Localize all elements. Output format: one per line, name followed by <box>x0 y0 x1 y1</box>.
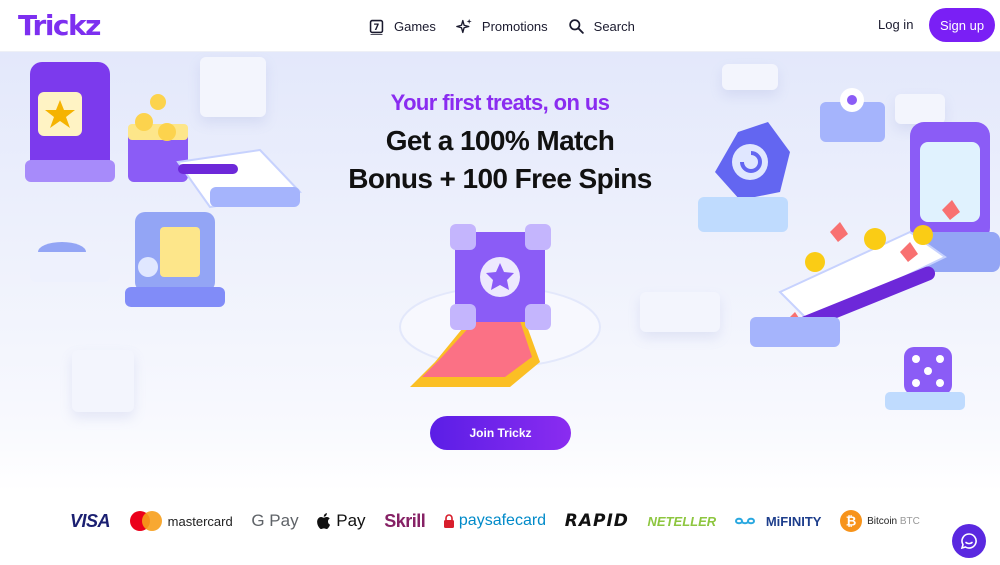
site-header: Trickz 7 Games Promotions Search Log in <box>0 0 1000 52</box>
hero-headline-line2: Bonus + 100 Free Spins <box>348 163 652 194</box>
join-button[interactable]: Join Trickz <box>430 416 571 450</box>
payment-gpay: G Pay <box>251 511 298 531</box>
payment-applepay: Pay <box>317 511 366 531</box>
svg-text:7: 7 <box>374 22 380 32</box>
chat-icon <box>960 533 977 550</box>
mastercard-label: mastercard <box>167 513 233 529</box>
skrill-label: Skrill <box>384 510 426 531</box>
bg-tile <box>72 350 134 412</box>
gpay-label: G Pay <box>251 511 299 530</box>
nav-promotions-label: Promotions <box>481 18 548 34</box>
payment-neteller: NETELLER <box>648 514 717 529</box>
svg-text:₿: ₿ <box>846 515 857 530</box>
payment-paysafecard: paysafecard <box>443 512 547 530</box>
sparkle-icon <box>456 18 472 33</box>
login-button[interactable]: Log in <box>878 17 913 32</box>
bitcoin-suffix: BTC <box>899 515 920 527</box>
nav-search-label: Search <box>593 18 635 34</box>
bitcoin-label: Bitcoin BTC <box>867 516 920 527</box>
payment-rapid: RAPID <box>565 511 629 531</box>
payment-methods: VISA mastercard G Pay Pay Skrill paysafe… <box>70 508 920 534</box>
applepay-label: Pay <box>336 511 366 530</box>
apple-icon <box>317 513 331 529</box>
neteller-label: NETELLER <box>647 513 717 529</box>
mifinity-icon <box>734 517 755 525</box>
nav-games[interactable]: 7 Games <box>368 18 436 35</box>
hero-headline-line1: Get a 100% Match <box>385 125 615 156</box>
payment-mifinity: MiFINITY <box>734 513 822 529</box>
bitcoin-icon: ₿ <box>840 510 863 532</box>
signup-button[interactable]: Sign up <box>929 8 995 42</box>
visa-logo: VISA <box>70 510 111 531</box>
games-icon: 7 <box>369 19 384 35</box>
hero-banner: Your first treats, on us Get a 100% Matc… <box>0 52 1000 492</box>
logo[interactable]: Trickz <box>18 9 101 42</box>
payment-skrill: Skrill <box>384 510 426 532</box>
nav-games-label: Games <box>394 18 436 34</box>
mastercard-icon <box>129 511 162 531</box>
search-icon <box>568 18 584 34</box>
payment-mastercard: mastercard <box>129 510 233 532</box>
hero-text: Your first treats, on us Get a 100% Matc… <box>0 90 1000 198</box>
payment-visa: VISA <box>70 510 111 532</box>
hero-tagline: Your first treats, on us <box>390 90 610 115</box>
nav-promotions[interactable]: Promotions <box>456 18 548 35</box>
mifinity-label: MiFINITY <box>765 513 822 529</box>
lock-icon <box>443 514 454 528</box>
payment-bitcoin: ₿ Bitcoin BTC <box>840 510 920 532</box>
paysafecard-label: paysafecard <box>458 512 547 529</box>
main-nav: 7 Games Promotions Search <box>368 0 635 52</box>
nav-search[interactable]: Search <box>568 18 635 35</box>
rapid-label: RAPID <box>564 511 629 531</box>
center-illustration <box>399 224 601 387</box>
bitcoin-name: Bitcoin <box>867 515 898 527</box>
chat-button[interactable] <box>952 524 986 558</box>
